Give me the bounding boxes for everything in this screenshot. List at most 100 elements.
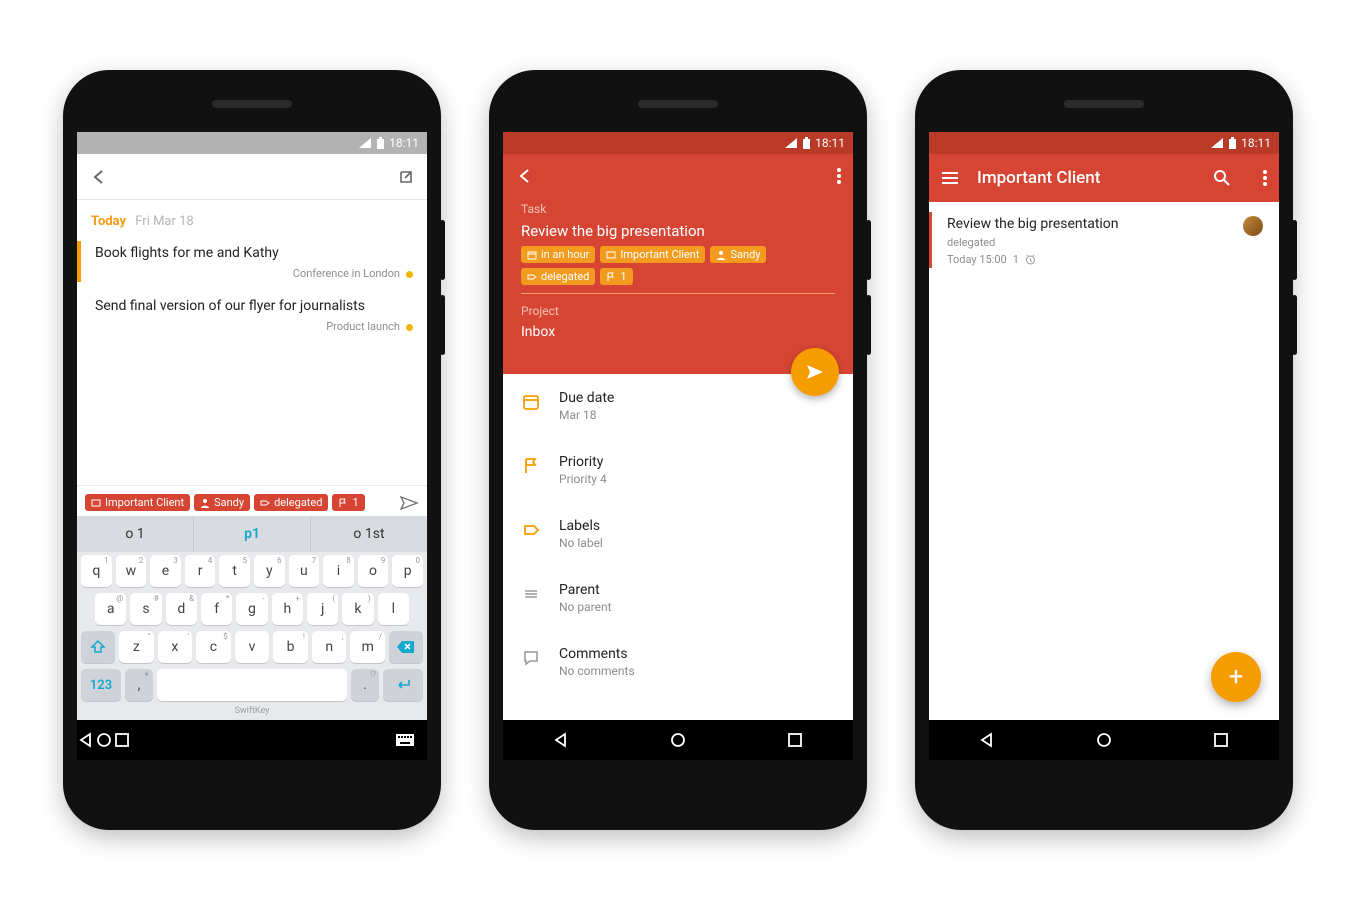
task-detail-title[interactable]: Review the big presentation [521, 222, 835, 240]
key-g[interactable]: g- [236, 593, 267, 625]
nav-back-icon[interactable] [77, 731, 95, 749]
chip-assignee[interactable]: Sandy [194, 494, 250, 511]
chip-tag[interactable]: delegated [521, 268, 595, 285]
key-c[interactable]: c$ [196, 631, 231, 663]
nav-home-icon[interactable] [669, 731, 687, 749]
key-f[interactable]: f* [201, 593, 232, 625]
shift-key[interactable] [81, 631, 115, 663]
chip-priority[interactable]: 1 [600, 268, 632, 285]
key-a[interactable]: a@ [95, 593, 126, 625]
key-z[interactable]: z" [119, 631, 154, 663]
chip-label: in an hour [541, 249, 589, 260]
today-label: Today [91, 214, 126, 229]
battery-icon [1228, 137, 1237, 150]
chip-priority[interactable]: 1 [332, 494, 364, 511]
key-h[interactable]: h+ [272, 593, 303, 625]
phone-speaker [1064, 100, 1144, 108]
key-s[interactable]: s# [130, 593, 161, 625]
back-arrow-icon[interactable] [89, 167, 109, 187]
chip-tag[interactable]: delegated [254, 494, 328, 511]
detail-row-labels[interactable]: Labels No label [503, 502, 853, 566]
key-n[interactable]: n; [312, 631, 347, 663]
suggestion[interactable]: p1 [193, 516, 311, 552]
numbers-key[interactable]: 123 [81, 669, 121, 701]
chip-project[interactable]: Important Client [85, 494, 190, 511]
task-title: Send final version of our flyer for jour… [95, 298, 413, 314]
detail-key: Labels [559, 518, 603, 534]
signal-icon [358, 137, 372, 149]
detail-key: Due date [559, 390, 614, 406]
chip-assignee[interactable]: Sandy [710, 246, 766, 263]
more-vert-icon[interactable] [1263, 170, 1267, 186]
task-schedule: Today 15:00 1 [947, 253, 1263, 266]
nav-recent-icon[interactable] [786, 731, 804, 749]
more-vert-icon[interactable] [837, 168, 841, 184]
backspace-key[interactable] [389, 631, 423, 663]
task-item[interactable]: Review the big presentation delegated To… [929, 202, 1279, 278]
status-bar: 18:11 [503, 132, 853, 154]
fab-add-button[interactable]: + [1211, 652, 1261, 702]
key-m[interactable]: m/ [350, 631, 385, 663]
key-e[interactable]: e3 [150, 555, 181, 587]
nav-recent-icon[interactable] [113, 731, 131, 749]
signal-icon [784, 137, 798, 149]
project-value[interactable]: Inbox [521, 324, 835, 340]
fab-save-button[interactable] [791, 348, 839, 396]
task-item[interactable]: Book flights for me and Kathy Conference… [77, 235, 427, 288]
signal-icon [1210, 137, 1224, 149]
key-q[interactable]: q1 [81, 555, 112, 587]
back-arrow-icon[interactable] [515, 166, 535, 186]
nav-back-icon[interactable] [552, 731, 570, 749]
key-i[interactable]: i8 [323, 555, 354, 587]
android-nav-bar [503, 720, 853, 760]
chip-schedule[interactable]: in an hour [521, 246, 595, 263]
key-d[interactable]: d& [166, 593, 197, 625]
send-arrow-icon[interactable] [399, 495, 419, 511]
date-full: Fri Mar 18 [135, 214, 193, 229]
key-j[interactable]: j( [307, 593, 338, 625]
key-r[interactable]: r4 [185, 555, 216, 587]
detail-value: No parent [559, 600, 612, 614]
priority-stripe [929, 212, 932, 268]
suggestion[interactable]: o 1st [311, 516, 427, 552]
suggestion[interactable]: o 1 [77, 516, 193, 552]
period-key[interactable]: .!? [351, 669, 379, 701]
tag-icon [521, 518, 541, 544]
priority-stripe [77, 241, 81, 282]
nav-recent-icon[interactable] [1212, 731, 1230, 749]
detail-row-parent[interactable]: ParentNo parent [503, 566, 853, 630]
task-item[interactable]: Send final version of our flyer for jour… [77, 288, 427, 341]
nav-back-icon[interactable] [978, 731, 996, 749]
comma-key[interactable]: ,✶ [125, 669, 153, 701]
detail-row-comments[interactable]: CommentsNo comments [503, 630, 853, 694]
key-b[interactable]: b! [273, 631, 308, 663]
nav-home-icon[interactable] [1095, 731, 1113, 749]
key-w[interactable]: w2 [116, 555, 147, 587]
reminder-icon [1025, 254, 1036, 265]
key-t[interactable]: t5 [219, 555, 250, 587]
chip-project[interactable]: Important Client [600, 246, 705, 263]
key-o[interactable]: o9 [358, 555, 389, 587]
calendar-icon [521, 390, 541, 416]
enter-key[interactable] [383, 669, 423, 701]
key-p[interactable]: p0 [392, 555, 423, 587]
key-u[interactable]: u7 [289, 555, 320, 587]
section-label-task: Task [521, 202, 835, 216]
open-external-icon[interactable] [397, 168, 415, 186]
key-y[interactable]: y6 [254, 555, 285, 587]
detail-value: No label [559, 536, 603, 550]
status-time: 18:11 [1241, 136, 1271, 150]
key-x[interactable]: x' [158, 631, 193, 663]
phone-side-button [440, 220, 445, 280]
soft-keyboard: o 1 p1 o 1st q1w2e3r4t5y6u7i8o9p0 a@s#d&… [77, 516, 427, 720]
menu-icon[interactable] [941, 171, 959, 185]
key-l[interactable]: l [378, 593, 409, 625]
key-k[interactable]: k) [342, 593, 373, 625]
key-v[interactable]: v [235, 631, 270, 663]
search-icon[interactable] [1213, 169, 1231, 187]
nav-home-icon[interactable] [95, 731, 113, 749]
phone-speaker [212, 100, 292, 108]
detail-row-priority[interactable]: PriorityPriority 4 [503, 438, 853, 502]
nav-keyboard-icon[interactable] [395, 733, 415, 747]
space-key[interactable] [157, 669, 347, 701]
